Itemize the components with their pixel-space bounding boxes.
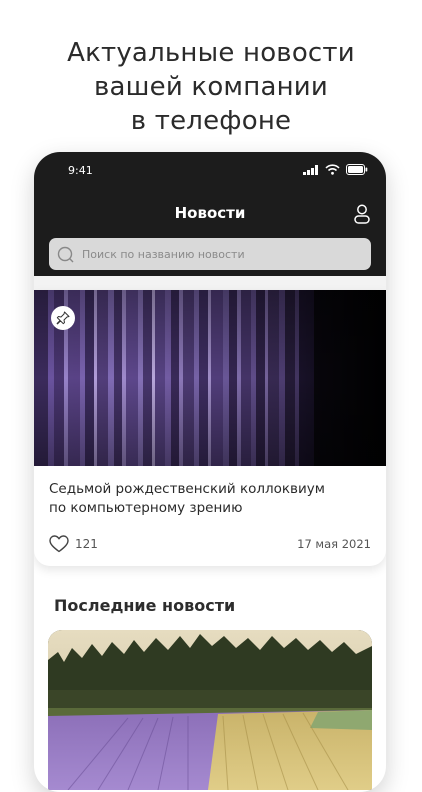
likes-count: 121 — [75, 537, 98, 551]
app-header: 9:41 Новости — [34, 152, 386, 276]
news-date: 17 мая 2021 — [297, 537, 371, 551]
status-time: 9:41 — [68, 164, 93, 177]
featured-news-card[interactable]: Седьмой рождественский коллоквиум по ком… — [34, 290, 386, 566]
promo-line-2: вашей компании — [94, 72, 328, 102]
latest-news-image[interactable] — [48, 630, 372, 790]
battery-icon — [346, 164, 368, 175]
person-icon[interactable] — [354, 204, 370, 224]
status-icons — [303, 164, 368, 175]
featured-news-title[interactable]: Седьмой рождественский коллоквиум по ком… — [49, 480, 369, 518]
promo-headline: Актуальные новости вашей компании в теле… — [0, 36, 422, 138]
featured-title-line-2: по компьютерному зрению — [49, 500, 243, 516]
search-icon — [57, 246, 74, 263]
page-title: Новости — [174, 204, 246, 222]
promo-line-1: Актуальные новости — [67, 38, 355, 68]
heart-icon[interactable] — [49, 535, 69, 553]
search-bar[interactable] — [49, 238, 371, 270]
search-input[interactable] — [80, 246, 354, 262]
pin-icon — [56, 311, 70, 325]
phone-frame: 9:41 Новости Поиск по названию новости С… — [34, 152, 386, 792]
featured-news-footer: 121 17 мая 2021 — [49, 532, 371, 556]
promo-line-3: в телефоне — [130, 106, 292, 136]
latest-news-heading: Последние новости — [54, 596, 236, 615]
featured-news-image — [34, 290, 386, 466]
section-divider — [34, 276, 386, 290]
wifi-icon — [325, 164, 340, 175]
featured-title-line-1: Седьмой рождественский коллоквиум — [49, 481, 325, 497]
pin-button[interactable] — [51, 306, 75, 330]
signal-icon — [303, 164, 318, 175]
